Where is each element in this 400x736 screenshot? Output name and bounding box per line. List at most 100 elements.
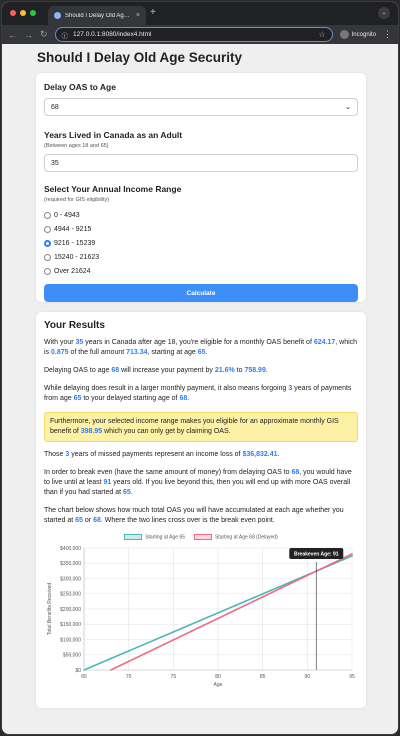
browser-toolbar: ← → ↻ ⓘ 127.0.0.1:8080/index4.html ☆ Inc…	[2, 25, 398, 44]
series-point-1	[234, 604, 237, 607]
series-point-2	[324, 565, 327, 568]
income-radio-group: 0 - 4943 4944 - 9215 9216 - 15239 15240 …	[44, 208, 358, 278]
back-arrow-icon[interactable]: ←	[8, 30, 17, 40]
series-point-2	[181, 634, 184, 637]
series-point-2	[279, 587, 282, 590]
series-point-1	[145, 642, 148, 645]
address-bar[interactable]: ⓘ 127.0.0.1:8080/index4.html ☆	[54, 27, 333, 42]
radio-button[interactable]	[44, 211, 51, 219]
series-point-1	[127, 650, 130, 652]
site-info-icon[interactable]: ⓘ	[62, 30, 69, 40]
series-point-2	[136, 656, 139, 659]
series-point-2	[154, 647, 157, 650]
y-tick-label: $200,000	[60, 607, 81, 613]
tab-title: Should I Delay Old Age Secu...	[65, 12, 132, 19]
years-input[interactable]: 35	[44, 154, 358, 172]
y-tick-label: $350,000	[60, 561, 81, 567]
series-point-2	[208, 621, 210, 624]
series-point-2	[234, 608, 237, 611]
results-heading: Your Results	[44, 320, 105, 331]
radio-button[interactable]	[44, 225, 51, 233]
globe-icon	[54, 12, 61, 19]
y-tick-label: $50,000	[63, 653, 81, 659]
legend-swatch	[124, 534, 143, 540]
income-option[interactable]: 4944 - 9215	[44, 222, 358, 236]
delay-age-select[interactable]: 68 ⌄	[44, 98, 358, 116]
chart-legend[interactable]: Starting at Age 65 Starting at Age 68 (De…	[44, 534, 358, 540]
close-window-button[interactable]	[10, 10, 16, 16]
tab-bar: Should I Delay Old Age Secu... × + ⌄	[2, 2, 398, 25]
menu-dots-icon[interactable]: ⋮	[383, 29, 392, 40]
browser-tab[interactable]: Should I Delay Old Age Secu... ×	[48, 6, 146, 25]
incognito-indicator[interactable]: Incognito	[339, 30, 376, 39]
series-point-1	[136, 646, 139, 649]
benefits-chart: Starting at Age 65 Starting at Age 68 (De…	[44, 534, 358, 689]
legend-label: Starting at Age 65	[145, 534, 185, 541]
tab-close-icon[interactable]: ×	[136, 12, 140, 19]
page-content: Should I Delay Old Age Security Delay OA…	[36, 50, 366, 708]
series-point-2	[333, 561, 336, 564]
url-text[interactable]: 127.0.0.1:8080/index4.html	[73, 31, 313, 38]
series-point-2	[199, 626, 202, 628]
series-point-2	[127, 660, 130, 663]
series-point-2	[163, 643, 166, 646]
years-label: Years Lived in Canada as an Adult	[44, 130, 183, 140]
minimize-window-button[interactable]	[20, 10, 26, 16]
series-point-1	[243, 600, 246, 603]
radio-button[interactable]	[44, 267, 51, 275]
series-point-1	[190, 623, 193, 626]
series-point-2	[190, 630, 193, 633]
series-point-1	[118, 653, 121, 656]
series-point-1	[163, 634, 166, 637]
legend-item[interactable]: Starting at Age 65	[124, 534, 185, 540]
calculate-button[interactable]: Calculate	[44, 284, 358, 302]
radio-button[interactable]	[44, 253, 51, 261]
series-point-2	[252, 600, 255, 603]
tab-search-icon[interactable]: ⌄	[378, 7, 390, 19]
income-option-label: Over 21624	[54, 267, 91, 275]
series-point-2	[217, 617, 219, 620]
legend-item[interactable]: Starting at Age 68 (Delayed)	[193, 534, 278, 541]
income-option[interactable]: 15240 - 21623	[44, 250, 358, 264]
forward-arrow-icon[interactable]: →	[24, 30, 33, 40]
series-point-1	[217, 612, 219, 614]
reload-icon[interactable]: ↻	[40, 29, 48, 40]
radio-button-selected[interactable]	[44, 239, 51, 247]
series-point-1	[199, 619, 202, 622]
years-hint: (Between ages 18 and 65)	[44, 143, 109, 149]
series-point-1	[270, 589, 273, 592]
maximize-window-button[interactable]	[30, 10, 36, 16]
income-loss-text: Those 3 years of missed payments represe…	[44, 451, 280, 458]
chart-canvas[interactable]: $0 $50,000 $100,000 $150,000 $200,000 $250,00…	[44, 534, 358, 689]
series-point-2	[145, 651, 148, 654]
x-tick-label: 95	[349, 674, 355, 680]
income-option[interactable]: 0 - 4943	[44, 208, 358, 222]
x-tick-label: 70	[126, 674, 132, 680]
series-point-1	[279, 585, 282, 588]
income-option[interactable]: Over 21624	[44, 264, 358, 278]
series-point-2	[288, 583, 291, 585]
series-point-1	[181, 627, 184, 630]
series-point-1	[154, 638, 157, 641]
series-point-2	[261, 596, 264, 598]
series-point-1	[226, 608, 228, 611]
income-option-label: 4944 - 9215	[54, 225, 92, 233]
series-point-1	[172, 631, 175, 633]
series-point-2	[351, 553, 353, 555]
income-hint: (required for GIS eligibility)	[44, 197, 110, 203]
series-point-2	[297, 578, 300, 581]
delay-increase-text: Delaying OAS to age 68 will increase you…	[44, 367, 268, 374]
bookmark-star-icon[interactable]: ☆	[318, 30, 325, 39]
y-tick-label: $150,000	[60, 622, 81, 628]
legend-label: Starting at Age 68 (Delayed)	[214, 534, 278, 541]
incognito-icon	[339, 30, 349, 39]
income-option[interactable]: 9216 - 15239	[44, 236, 358, 250]
y-tick-label: $100,000	[60, 637, 81, 643]
results-card: Your Results With your 35 years in Canad…	[36, 312, 366, 708]
page-title: Should I Delay Old Age Security	[37, 50, 243, 65]
page-viewport: Should I Delay Old Age Security Delay OA…	[2, 44, 398, 734]
x-tick-label: 75	[171, 674, 177, 680]
chart-explanation-text: The chart below shows how much total OAS…	[44, 507, 344, 524]
new-tab-button[interactable]: +	[150, 7, 156, 18]
y-tick-label: $400,000	[60, 546, 81, 552]
